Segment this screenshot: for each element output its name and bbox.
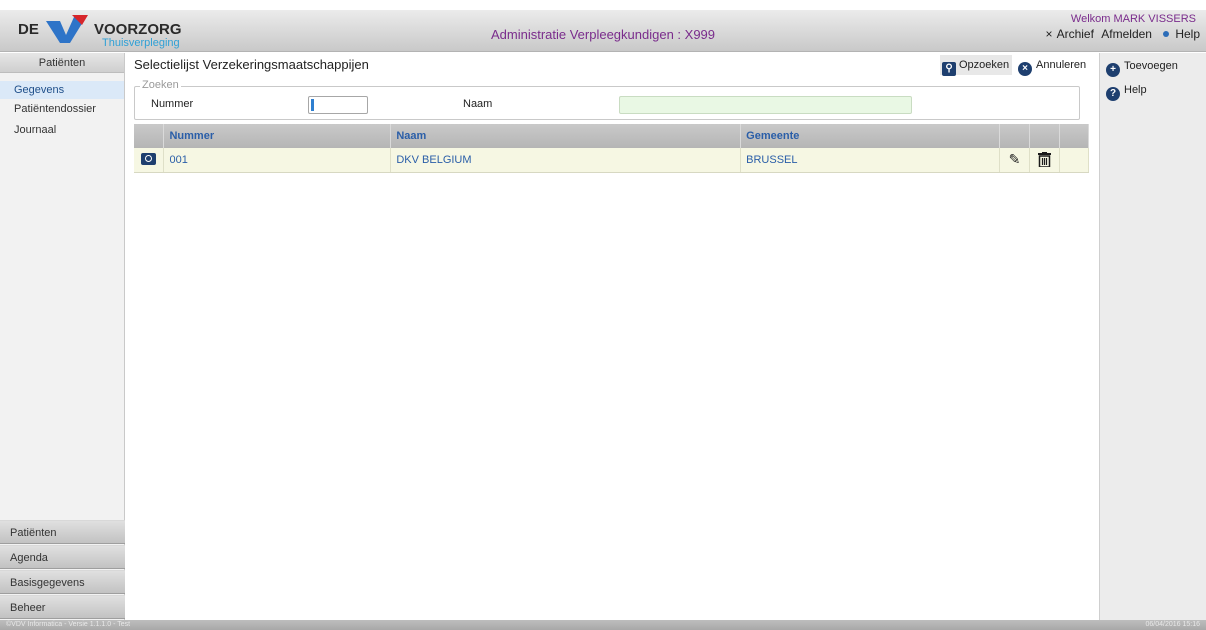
- column-header-edit: [999, 124, 1030, 148]
- opzoeken-button[interactable]: ⚲ Opzoeken: [940, 55, 1012, 76]
- cell-nummer[interactable]: 001: [163, 148, 392, 173]
- sidebar: Patiënten Gegevens Patiëntendossier Jour…: [0, 53, 125, 620]
- cell-gemeente[interactable]: BRUSSEL: [740, 148, 1001, 173]
- afmelden-link[interactable]: Afmelden: [1101, 27, 1152, 41]
- sidebar-section-basisgegevens[interactable]: Basisgegevens: [0, 570, 125, 594]
- naam-input[interactable]: [619, 96, 912, 114]
- help-button[interactable]: ? Help: [1106, 84, 1147, 101]
- table-header-row: Nummer Naam Gemeente: [134, 124, 1090, 148]
- sidebar-item-patientendossier[interactable]: Patiëntendossier: [0, 99, 124, 120]
- nummer-label: Nummer: [151, 98, 194, 110]
- archief-link[interactable]: × Archief: [1042, 27, 1094, 41]
- help-icon: ?: [1106, 87, 1120, 101]
- datetime-text: 06/04/2016 15:16: [1145, 621, 1201, 628]
- row-icon-cell[interactable]: [134, 148, 165, 173]
- column-header-nummer[interactable]: Nummer: [163, 124, 392, 148]
- app-title: Administratie Verpleegkundigen : X999: [490, 27, 716, 42]
- version-text: ©VDV Informatica - Versie 1.1.1.0 - Test: [6, 621, 131, 628]
- spacer-cell: [1059, 148, 1090, 173]
- sidebar-section-patienten[interactable]: Patiënten: [0, 520, 125, 544]
- pencil-icon[interactable]: ✎: [1009, 151, 1021, 167]
- edit-cell[interactable]: ✎: [999, 148, 1030, 173]
- plus-icon: +: [1106, 63, 1120, 77]
- sidebar-section-beheer[interactable]: Beheer: [0, 595, 125, 619]
- text-cursor: [311, 99, 314, 111]
- search-fieldset: [134, 86, 1080, 120]
- search-icon: ⚲: [942, 62, 956, 76]
- header-links: × Archief Afmelden Help: [1038, 27, 1200, 41]
- nummer-input[interactable]: [308, 96, 368, 114]
- column-header-icon: [134, 124, 165, 148]
- app-header: DE VOORZORG Thuisverpleging Administrati…: [0, 0, 1206, 52]
- right-panel: + Toevoegen ? Help: [1099, 53, 1206, 620]
- sidebar-section-agenda[interactable]: Agenda: [0, 545, 125, 569]
- delete-cell[interactable]: [1029, 148, 1060, 173]
- table-row[interactable]: 001 DKV BELGIUM BRUSSEL ✎: [134, 148, 1090, 173]
- help-link[interactable]: Help: [1159, 27, 1200, 41]
- page-title: Selectielijst Verzekeringsmaatschappijen: [134, 57, 369, 72]
- column-header-gemeente[interactable]: Gemeente: [740, 124, 1001, 148]
- column-header-naam[interactable]: Naam: [390, 124, 742, 148]
- top-strip: [0, 0, 1206, 10]
- status-bar: ©VDV Informatica - Versie 1.1.1.0 - Test…: [0, 620, 1206, 630]
- trash-icon[interactable]: [1037, 152, 1051, 168]
- search-legend: Zoeken: [140, 79, 181, 91]
- toevoegen-button[interactable]: + Toevoegen: [1106, 60, 1178, 77]
- sidebar-item-gegevens[interactable]: Gegevens: [0, 81, 124, 99]
- column-header-delete: [1029, 124, 1060, 148]
- welcome-text: Welkom MARK VISSERS: [1070, 13, 1196, 25]
- close-x-icon: ×: [1045, 27, 1053, 41]
- results-table: Nummer Naam Gemeente 001 DKV BELGIUM BRU…: [134, 124, 1090, 173]
- sidebar-header[interactable]: Patiënten: [0, 53, 124, 73]
- cancel-icon: ×: [1018, 62, 1032, 76]
- column-header-spacer: [1059, 124, 1090, 148]
- camera-icon[interactable]: [141, 153, 157, 166]
- annuleren-button[interactable]: × Annuleren: [1016, 55, 1092, 76]
- sidebar-item-journaal[interactable]: Journaal: [0, 120, 124, 141]
- bullet-icon: [1163, 31, 1170, 37]
- cell-naam[interactable]: DKV BELGIUM: [390, 148, 742, 173]
- naam-label: Naam: [463, 98, 493, 110]
